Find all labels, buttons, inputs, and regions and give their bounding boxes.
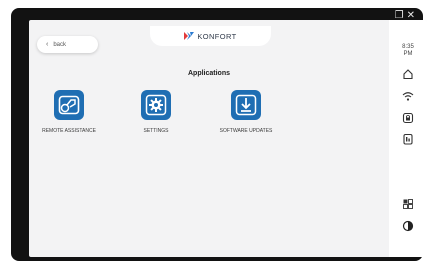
lock-icon[interactable]	[400, 110, 416, 126]
konfort-logo-icon	[184, 32, 195, 40]
app-label: REMOTE ASSISTANCE	[42, 128, 96, 134]
remote-assistance-tile	[54, 90, 84, 120]
app-settings[interactable]: SETTINGS	[116, 90, 196, 134]
download-icon	[235, 94, 257, 116]
clock-time: 8:35	[402, 44, 414, 50]
back-label: back	[53, 41, 67, 48]
chevron-left-icon: ‹	[46, 41, 49, 48]
screen: ‹ back KONFORT Applications REMOTE ASSIS…	[29, 20, 427, 257]
app-label: SETTINGS	[143, 128, 169, 134]
contrast-icon[interactable]	[400, 218, 416, 234]
clock-period: PM	[403, 51, 413, 57]
main-area: ‹ back KONFORT Applications REMOTE ASSIS…	[29, 20, 389, 257]
wifi-icon[interactable]	[400, 88, 416, 104]
app-software-updates[interactable]: SOFTWARE UPDATES	[206, 90, 286, 134]
brand-name: KONFORT	[197, 31, 237, 41]
apps-icon[interactable]	[400, 196, 416, 212]
storage-icon[interactable]	[400, 131, 416, 147]
brand-logo: KONFORT	[150, 26, 271, 46]
app-remote-assistance[interactable]: REMOTE ASSISTANCE	[29, 90, 109, 134]
software-updates-tile	[231, 90, 261, 120]
home-icon[interactable]	[400, 66, 416, 82]
back-button[interactable]: ‹ back	[37, 36, 98, 53]
page-title: Applications	[187, 70, 230, 77]
settings-tile	[141, 90, 171, 120]
status-rail: 8:35 PM	[389, 20, 427, 257]
remote-assistance-icon	[58, 95, 80, 115]
app-label: SOFTWARE UPDATES	[219, 128, 273, 134]
clock: 8:35 PM	[389, 44, 427, 58]
gear-icon	[145, 94, 167, 116]
